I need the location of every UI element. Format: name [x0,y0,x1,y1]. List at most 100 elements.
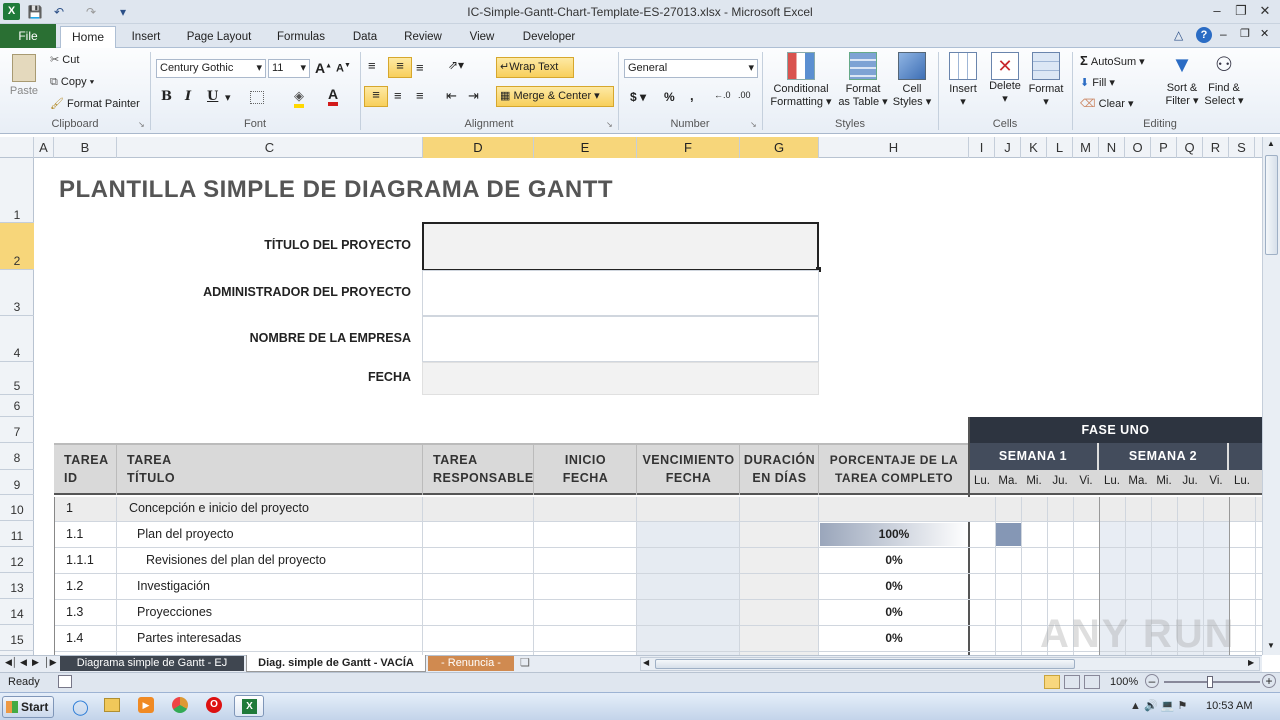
tab-home[interactable]: Home [60,26,116,49]
delete-cells-button[interactable]: ✕ Delete ▾ [986,52,1024,105]
vertical-scrollbar[interactable]: ▲ ▼ [1262,137,1280,655]
task-percent[interactable]: 0% [819,579,969,593]
minimize-button[interactable]: – [1206,2,1228,20]
workbook-restore-button[interactable]: ❐ [1240,27,1250,40]
row-header[interactable]: 10 [0,495,34,521]
align-top-icon[interactable]: ≡ [368,58,376,73]
row-header[interactable]: 9 [0,470,34,495]
align-left-icon[interactable]: ≡ [364,86,388,107]
row-header[interactable]: 7 [0,417,34,443]
format-as-table-button[interactable]: Format as Table ▾ [836,52,890,108]
conditional-formatting-button[interactable]: Conditional Formatting ▾ [766,52,836,108]
project-manager-input[interactable] [422,270,819,316]
tab-insert[interactable]: Insert [122,27,170,48]
clock[interactable]: 10:53 AM [1206,700,1252,712]
column-header[interactable]: E [534,137,637,158]
format-painter-button[interactable]: 🖌 Format Painter [50,97,140,110]
scroll-down-icon[interactable]: ▼ [1267,641,1275,650]
column-header[interactable]: D [423,137,534,158]
tab-data[interactable]: Data [344,27,386,48]
merge-center-button[interactable]: ▦ Merge & Center ▾ [496,86,614,107]
sheet-nav-next-icon[interactable]: ▶ [32,657,39,668]
horizontal-scroll-thumb[interactable] [655,659,1075,669]
row-header[interactable]: 2 [0,223,34,270]
minimize-ribbon-icon[interactable]: △ [1174,28,1183,42]
copy-button[interactable]: ⧉ Copy ▾ [50,76,94,89]
scroll-right-icon[interactable]: ▶ [1248,658,1254,667]
row-header[interactable]: 12 [0,547,34,573]
zoom-out-icon[interactable]: – [1145,674,1159,688]
excel-taskbar-icon[interactable]: X [234,695,264,717]
task-percent[interactable]: 0% [819,553,969,567]
insert-cells-button[interactable]: Insert ▾ [944,52,982,108]
start-button[interactable]: Start [2,696,54,718]
sheet-nav-prev-icon[interactable]: ◀ [20,657,27,668]
grow-font-icon[interactable]: A▲ [315,60,332,76]
font-size-select[interactable]: 11 ▾ [268,59,310,78]
column-header[interactable]: A [34,137,54,158]
scroll-up-icon[interactable]: ▲ [1267,139,1275,148]
task-title[interactable]: Investigación [137,579,210,593]
row-header[interactable]: 14 [0,599,34,625]
scroll-left-icon[interactable]: ◀ [643,658,649,667]
page-break-view-icon[interactable] [1084,675,1100,689]
find-select-button[interactable]: ⚇ Find & Select ▾ [1202,52,1246,107]
explorer-icon[interactable] [104,698,120,712]
paste-button[interactable]: Paste [6,52,42,102]
bold-button[interactable]: B [161,89,172,104]
wrap-text-button[interactable]: ↵Wrap Text [496,57,574,78]
font-color-icon[interactable]: A [328,86,339,106]
column-header[interactable]: L [1047,137,1073,158]
column-header[interactable]: H [819,137,969,158]
sheet-tab-active[interactable]: Diag. simple de Gantt - VACÍA [246,655,426,672]
sheet-tab[interactable]: Diagrama simple de Gantt - EJ [60,656,244,671]
vertical-scroll-thumb[interactable] [1265,155,1278,255]
percent-button[interactable]: % [664,90,675,104]
alignment-launcher-icon[interactable]: ↘ [606,120,613,129]
sort-filter-button[interactable]: ▼ Sort & Filter ▾ [1160,52,1204,107]
column-header[interactable]: G [740,137,819,158]
increase-indent-icon[interactable]: ⇥ [468,88,479,104]
ie-icon[interactable]: ◯ [72,698,89,716]
align-bottom-icon[interactable]: ≡ [416,60,424,75]
task-title[interactable]: Partes interesadas [137,631,241,645]
row-header[interactable]: 13 [0,573,34,599]
tab-page-layout[interactable]: Page Layout [180,27,258,48]
task-percent[interactable]: 0% [819,631,969,645]
number-format-select[interactable]: General ▾ [624,59,758,78]
shrink-font-icon[interactable]: A▼ [336,62,351,75]
cut-button[interactable]: ✂ Cut [50,53,79,66]
autosum-button[interactable]: Σ AutoSum ▾ [1080,53,1145,68]
row-header[interactable]: 3 [0,270,34,316]
fill-button[interactable]: ⬇ Fill ▾ [1080,76,1115,89]
chrome-icon[interactable] [172,697,188,713]
row-header[interactable]: 15 [0,625,34,651]
task-title[interactable]: Revisiones del plan del proyecto [146,553,326,567]
align-center-icon[interactable]: ≡ [394,88,402,103]
underline-button[interactable]: U [207,89,218,104]
decrease-decimal-icon[interactable]: .00 [738,90,751,100]
column-header[interactable]: I [969,137,995,158]
close-button[interactable]: ✕ [1254,2,1276,20]
opera-icon[interactable]: O [206,697,222,713]
align-right-icon[interactable]: ≡ [416,88,424,103]
orientation-icon[interactable]: ⇗▾ [448,58,464,72]
task-id[interactable]: 1 [66,501,73,515]
column-header[interactable]: P [1151,137,1177,158]
zoom-in-icon[interactable]: + [1262,674,1276,688]
row-header[interactable]: 11 [0,521,34,547]
row-header[interactable]: 5 [0,362,34,395]
decrease-indent-icon[interactable]: ⇤ [446,88,457,104]
task-title[interactable]: Proyecciones [137,605,212,619]
horizontal-scrollbar[interactable]: ◀ ▶ [640,657,1260,671]
row-header[interactable]: 8 [0,443,34,470]
task-id[interactable]: 1.3 [66,605,83,619]
comma-button[interactable]: , [690,88,694,103]
tab-review[interactable]: Review [396,27,450,48]
workbook-minimize-button[interactable]: – [1220,27,1227,41]
cell-styles-button[interactable]: Cell Styles ▾ [890,52,934,108]
italic-button[interactable]: I [185,89,191,104]
task-title[interactable]: Plan del proyecto [137,527,234,541]
row-header[interactable]: 4 [0,316,34,362]
column-header[interactable]: O [1125,137,1151,158]
